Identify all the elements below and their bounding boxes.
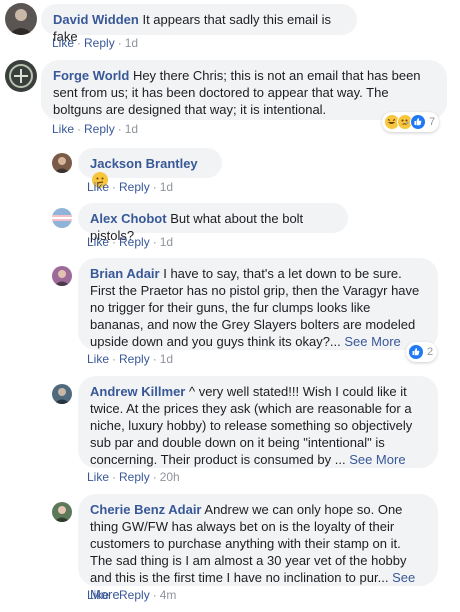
separator: · [112, 180, 117, 194]
comment-actions: Like · Reply · 1d [87, 180, 173, 194]
separator: · [112, 470, 117, 484]
see-more-link[interactable]: See More [344, 334, 400, 349]
comment-bubble: Brian Adair I have to say, that's a let … [78, 258, 438, 350]
avatar[interactable] [52, 208, 72, 228]
comment-bubble: David Widden It appears that sadly this … [41, 4, 357, 44]
comment-bubble: Alex Chobot But what about the bolt pist… [78, 203, 348, 243]
comment-timestamp[interactable]: 20h [160, 470, 180, 484]
separator: · [152, 235, 157, 249]
reactions-summary[interactable]: 2 [406, 342, 438, 362]
like-link[interactable]: Like [87, 470, 109, 484]
like-link[interactable]: Like [87, 588, 109, 602]
separator: · [117, 122, 122, 136]
like-link[interactable]: Like [87, 180, 109, 194]
comment-actions: Like · Reply · 20h [87, 470, 180, 484]
comment-actions: Like · Reply · 1d [52, 122, 138, 136]
comment-author[interactable]: Cherie Benz Adair [90, 502, 202, 517]
comment-actions: Like · Reply · 4m [87, 588, 176, 602]
comment-bubble: Forge World Hey there Chris; this is not… [41, 60, 447, 120]
comment-timestamp[interactable]: 1d [160, 180, 173, 194]
separator: · [152, 352, 157, 366]
comment-author[interactable]: Jackson Brantley [90, 156, 198, 171]
reply-link[interactable]: Reply [119, 180, 150, 194]
comment-timestamp[interactable]: 1d [125, 122, 138, 136]
reactions-summary[interactable]: 7 [382, 112, 440, 132]
comment-author[interactable]: David Widden [53, 12, 139, 27]
comment-author[interactable]: Forge World [53, 68, 129, 83]
comment-actions: Like · Reply · 1d [87, 235, 173, 249]
avatar[interactable] [52, 266, 72, 286]
separator: · [112, 235, 117, 249]
reply-link[interactable]: Reply [84, 36, 115, 50]
comment-timestamp[interactable]: 1d [160, 352, 173, 366]
reply-link[interactable]: Reply [119, 588, 150, 602]
like-link[interactable]: Like [87, 235, 109, 249]
separator: · [152, 180, 157, 194]
see-more-link[interactable]: See More [349, 452, 405, 467]
comment-timestamp[interactable]: 1d [160, 235, 173, 249]
comment-bubble: Jackson Brantley [78, 148, 222, 188]
separator: · [117, 36, 122, 50]
separator: · [112, 588, 117, 602]
reply-link[interactable]: Reply [119, 235, 150, 249]
comment-author[interactable]: Brian Adair [90, 266, 160, 281]
like-link[interactable]: Like [87, 352, 109, 366]
separator: · [77, 122, 82, 136]
reply-link[interactable]: Reply [119, 470, 150, 484]
like-reaction-icon [408, 344, 424, 360]
comment-actions: Like · Reply · 1d [87, 352, 173, 366]
reaction-count: 2 [427, 346, 434, 358]
comment-author[interactable]: Andrew Killmer [90, 384, 185, 399]
like-link[interactable]: Like [52, 36, 74, 50]
like-reaction-icon [410, 114, 426, 130]
comment-author[interactable]: Alex Chobot [90, 211, 167, 226]
reply-link[interactable]: Reply [84, 122, 115, 136]
reaction-count: 7 [429, 116, 436, 128]
comment-timestamp[interactable]: 4m [160, 588, 177, 602]
separator: · [112, 352, 117, 366]
comment-actions: Like · Reply · 1d [52, 36, 138, 50]
separator: · [77, 36, 82, 50]
comment-bubble: Cherie Benz Adair Andrew we can only hop… [78, 494, 438, 602]
avatar[interactable] [5, 3, 37, 35]
like-link[interactable]: Like [52, 122, 74, 136]
avatar[interactable] [52, 384, 72, 404]
avatar[interactable] [52, 153, 72, 173]
avatar[interactable] [52, 502, 72, 522]
comment-timestamp[interactable]: 1d [125, 36, 138, 50]
avatar[interactable] [5, 60, 37, 92]
separator: · [152, 588, 157, 602]
reply-link[interactable]: Reply [119, 352, 150, 366]
separator: · [152, 470, 157, 484]
comment-bubble: Andrew Killmer ^ very well stated!!! Wis… [78, 376, 438, 468]
